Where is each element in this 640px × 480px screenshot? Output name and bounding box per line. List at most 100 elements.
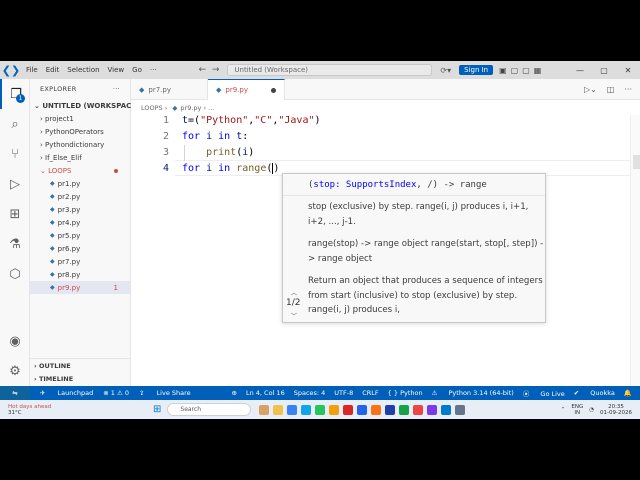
- file-pr3[interactable]: ◆ pr3.py: [30, 203, 130, 216]
- menu-selection[interactable]: Selection: [63, 66, 103, 74]
- taskbar-search[interactable]: Search: [167, 403, 252, 416]
- timeline-header[interactable]: › TIMELINE: [30, 372, 130, 385]
- word-icon[interactable]: [385, 404, 396, 415]
- indentation[interactable]: Spaces: 4: [294, 389, 326, 397]
- code-line-3[interactable]: print(i): [182, 147, 254, 158]
- folder-project1[interactable]: › project1: [30, 112, 130, 125]
- quokka-item[interactable]: ✔ Quokka: [574, 389, 615, 397]
- zoom-icon[interactable]: ⊕: [232, 389, 237, 397]
- breadcrumb-file[interactable]: pr9.py: [180, 104, 201, 112]
- app-icon[interactable]: [455, 404, 466, 415]
- tab-pr9[interactable]: ◆ pr9.py: [208, 79, 285, 100]
- windows-start-icon[interactable]: ⊞: [153, 404, 161, 415]
- copilot-icon[interactable]: ⟳▾: [440, 66, 451, 75]
- menu-edit[interactable]: Edit: [42, 66, 64, 74]
- app-icon[interactable]: [259, 404, 270, 415]
- token: in: [218, 131, 231, 142]
- folder-pythonoperators[interactable]: › PythonOPerators: [30, 125, 130, 138]
- vscode-taskbar-icon[interactable]: [441, 404, 452, 415]
- file-pr7[interactable]: ◆ pr7.py: [30, 255, 130, 268]
- explorer-title: EXPLORER: [40, 85, 77, 93]
- testing-icon[interactable]: ⚗: [0, 229, 30, 259]
- python-file-icon: ◆: [139, 85, 145, 94]
- chrome-icon[interactable]: [287, 404, 298, 415]
- cursor-position[interactable]: Ln 4, Col 16: [246, 389, 285, 397]
- file-pr5[interactable]: ◆ pr5.py: [30, 229, 130, 242]
- search-icon[interactable]: ⌕: [0, 109, 30, 139]
- close-icon[interactable]: ✕: [616, 66, 640, 75]
- source-control-icon[interactable]: ⑂: [0, 139, 30, 169]
- language-mode[interactable]: { } Python: [388, 389, 423, 397]
- python-version-item[interactable]: ⚠ Python 3.14 (64-bit): [432, 389, 514, 397]
- code-line-1[interactable]: t=("Python","C","Java"): [182, 115, 321, 126]
- command-center-search[interactable]: Untitled (Workspace): [227, 64, 433, 76]
- menu-more[interactable]: ···: [146, 66, 161, 74]
- run-debug-icon[interactable]: ▷: [0, 169, 30, 199]
- liveshare-item[interactable]: ⇪ Live Share: [139, 389, 191, 397]
- problems-indicator[interactable]: ⊗ 1 ⚠ 0: [103, 389, 129, 397]
- file-pr2[interactable]: ◆ pr2.py: [30, 190, 130, 203]
- run-file-icon[interactable]: ▷⌄: [584, 85, 597, 94]
- notifications-bell-icon[interactable]: 🔔: [624, 389, 632, 397]
- app-icon[interactable]: [343, 404, 354, 415]
- minimize-icon[interactable]: —: [568, 66, 592, 75]
- menu-view[interactable]: View: [104, 66, 129, 74]
- file-pr1[interactable]: ◆ pr1.py: [30, 177, 130, 190]
- menu-file[interactable]: File: [22, 66, 42, 74]
- app-icon[interactable]: [329, 404, 340, 415]
- folder-pythondictionary[interactable]: › Pythondictionary: [30, 138, 130, 151]
- app-icon[interactable]: [371, 404, 382, 415]
- maximize-icon[interactable]: ▢: [592, 66, 616, 75]
- tab-pr7[interactable]: ◆ pr7.py: [131, 79, 208, 100]
- breadcrumb-folder[interactable]: LOOPS: [141, 104, 163, 112]
- clock[interactable]: 20:35 01-09-2026: [600, 404, 632, 416]
- more-actions-icon[interactable]: ···: [624, 85, 632, 94]
- split-editor-icon[interactable]: ◫: [607, 85, 615, 94]
- workspace-root[interactable]: ⌄ UNTITLED (WORKSPACE): [30, 99, 139, 112]
- minimap[interactable]: [630, 115, 640, 386]
- python-icon[interactable]: ⬡: [0, 259, 30, 289]
- extensions-icon[interactable]: ⊞: [0, 199, 30, 229]
- encoding[interactable]: UTF-8: [334, 389, 353, 397]
- tray-chevron-up-icon[interactable]: ⌃: [561, 407, 566, 413]
- overload-prev-icon[interactable]: ︿: [291, 288, 297, 297]
- app-icon[interactable]: [357, 404, 368, 415]
- overload-next-icon[interactable]: ﹀: [291, 311, 297, 320]
- title-bar: ❮❯ File Edit Selection View Go ··· ← → U…: [0, 61, 640, 79]
- sign-in-button[interactable]: Sign In: [459, 65, 494, 75]
- settings-gear-icon[interactable]: ⚙: [0, 356, 30, 386]
- explorer-icon[interactable]: ❐ 1: [0, 79, 30, 109]
- explorer-more-icon[interactable]: ···: [113, 85, 120, 93]
- file-explorer-icon[interactable]: [273, 404, 284, 415]
- file-pr8[interactable]: ◆ pr8.py: [30, 268, 130, 281]
- account-icon[interactable]: ◉: [0, 326, 30, 356]
- unsaved-dot-icon[interactable]: [271, 87, 276, 93]
- outline-header[interactable]: › OUTLINE: [30, 359, 130, 372]
- app-icon[interactable]: [413, 404, 424, 415]
- language-indicator[interactable]: ENG IN: [571, 404, 583, 416]
- code-line-4[interactable]: for i in range(): [182, 163, 279, 174]
- folder-if-else-elif[interactable]: › If_Else_Elif: [30, 151, 130, 164]
- wifi-icon[interactable]: ◔: [589, 407, 594, 413]
- menu-go[interactable]: Go: [128, 66, 146, 74]
- app-icon[interactable]: [427, 404, 438, 415]
- code-line-2[interactable]: for i in t:: [182, 131, 248, 142]
- layout-toggle-icons[interactable]: ▣▢▢▦: [499, 66, 545, 75]
- end-of-line[interactable]: CRLF: [362, 389, 378, 397]
- folder-loops[interactable]: ⌄ LOOPS: [30, 164, 130, 177]
- app-icon[interactable]: [315, 404, 326, 415]
- code-editor[interactable]: 1 2 3 4 t=("Python","C","Java") for i in…: [131, 115, 640, 386]
- minimap-slider[interactable]: [633, 155, 640, 169]
- nav-back-forward-icon[interactable]: ← →: [199, 65, 220, 75]
- excel-icon[interactable]: [399, 404, 410, 415]
- weather-widget[interactable]: Hot days ahead 31°C: [0, 404, 60, 416]
- file-pr6[interactable]: ◆ pr6.py: [30, 242, 130, 255]
- breadcrumb-symbol[interactable]: ...: [208, 104, 214, 112]
- golive-item[interactable]: ⦿ Go Live: [523, 388, 565, 398]
- file-pr9[interactable]: ◆ pr9.py 1: [30, 281, 130, 294]
- status-bar: ⇋ ✈ Launchpad ⊗ 1 ⚠ 0 ⇪ Live Share ⊕ Ln …: [0, 386, 640, 400]
- edge-icon[interactable]: [301, 404, 312, 415]
- remote-indicator-icon[interactable]: ⇋: [0, 386, 30, 400]
- file-pr4[interactable]: ◆ pr4.py: [30, 216, 130, 229]
- launchpad-item[interactable]: ✈ Launchpad: [40, 389, 93, 397]
